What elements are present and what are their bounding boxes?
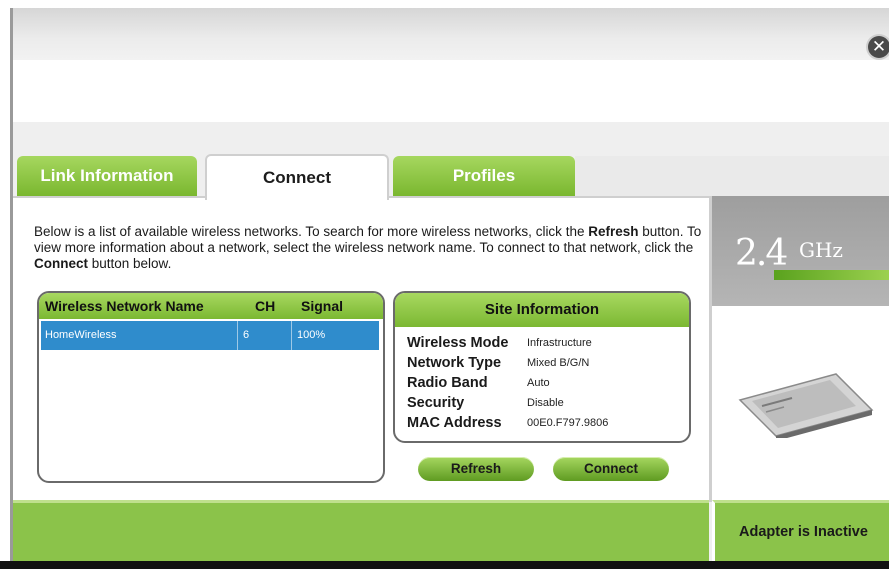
network-row[interactable]: HomeWireless 6 100% bbox=[41, 321, 379, 350]
site-field-value: Disable bbox=[527, 397, 564, 409]
site-field-label: Radio Band bbox=[407, 375, 488, 391]
header-band bbox=[13, 8, 889, 60]
column-header-name[interactable]: Wireless Network Name bbox=[45, 293, 204, 319]
site-field-mac-address: MAC Address 00E0.F797.9806 bbox=[407, 413, 687, 433]
refresh-button[interactable]: Refresh bbox=[418, 457, 534, 481]
site-field-value: 00E0.F797.9806 bbox=[527, 417, 609, 429]
adapter-status-box: Adapter is Inactive bbox=[712, 500, 889, 561]
utility-window: ✕ Link Information Connect Profiles Belo… bbox=[10, 8, 889, 561]
site-field-label: Wireless Mode bbox=[407, 335, 509, 351]
network-list: Wireless Network Name CH Signal HomeWire… bbox=[37, 291, 385, 483]
bottom-strip bbox=[0, 561, 889, 569]
column-separator bbox=[237, 321, 238, 350]
column-header-signal[interactable]: Signal bbox=[301, 293, 343, 319]
frequency-unit: GHz bbox=[799, 238, 843, 262]
tab-profiles[interactable]: Profiles bbox=[393, 156, 575, 196]
frequency-number: 2.4 bbox=[735, 233, 788, 274]
intro-text: Below is a list of available wireless ne… bbox=[34, 224, 704, 272]
site-field-value: Infrastructure bbox=[527, 337, 592, 349]
site-field-value: Mixed B/G/N bbox=[527, 357, 590, 369]
site-field-radio-band: Radio Band Auto bbox=[407, 373, 687, 393]
site-field-value: Auto bbox=[527, 377, 550, 389]
column-separator bbox=[291, 321, 292, 350]
bottom-bar bbox=[13, 500, 709, 561]
tab-connect[interactable]: Connect bbox=[205, 154, 389, 200]
network-list-header: Wireless Network Name CH Signal bbox=[39, 293, 383, 319]
intro-text-3: button below. bbox=[88, 256, 172, 271]
site-information-panel: Site Information Wireless Mode Infrastru… bbox=[393, 291, 691, 443]
connect-button[interactable]: Connect bbox=[553, 457, 669, 481]
site-field-label: Security bbox=[407, 395, 465, 411]
site-information-title: Site Information bbox=[395, 293, 689, 327]
header-white-band bbox=[13, 60, 889, 122]
adapter-status-text: Adapter is Inactive bbox=[739, 524, 868, 540]
network-channel-cell: 6 bbox=[243, 329, 250, 341]
site-field-security: Security Disable bbox=[407, 393, 687, 413]
intro-text-1: Below is a list of available wireless ne… bbox=[34, 224, 589, 239]
tab-strip-filler bbox=[575, 156, 889, 196]
tab-link-information[interactable]: Link Information bbox=[17, 156, 197, 196]
intro-refresh-word: Refresh bbox=[588, 224, 639, 239]
network-name-cell: HomeWireless bbox=[45, 329, 117, 341]
close-icon[interactable]: ✕ bbox=[868, 36, 889, 58]
site-field-network-type: Network Type Mixed B/G/N bbox=[407, 353, 687, 373]
column-header-ch[interactable]: CH bbox=[255, 293, 275, 319]
frequency-badge: 2.4 GHz bbox=[712, 196, 889, 306]
adapter-card-icon bbox=[732, 368, 882, 441]
site-field-wireless-mode: Wireless Mode Infrastructure bbox=[407, 333, 687, 353]
site-field-label: Network Type bbox=[407, 355, 502, 371]
frequency-underline bbox=[774, 270, 889, 280]
site-field-label: MAC Address bbox=[407, 415, 502, 431]
network-signal-cell: 100% bbox=[297, 329, 326, 341]
connect-panel: Below is a list of available wireless ne… bbox=[13, 196, 712, 502]
intro-connect-word: Connect bbox=[34, 256, 88, 271]
top-strip bbox=[0, 0, 889, 8]
